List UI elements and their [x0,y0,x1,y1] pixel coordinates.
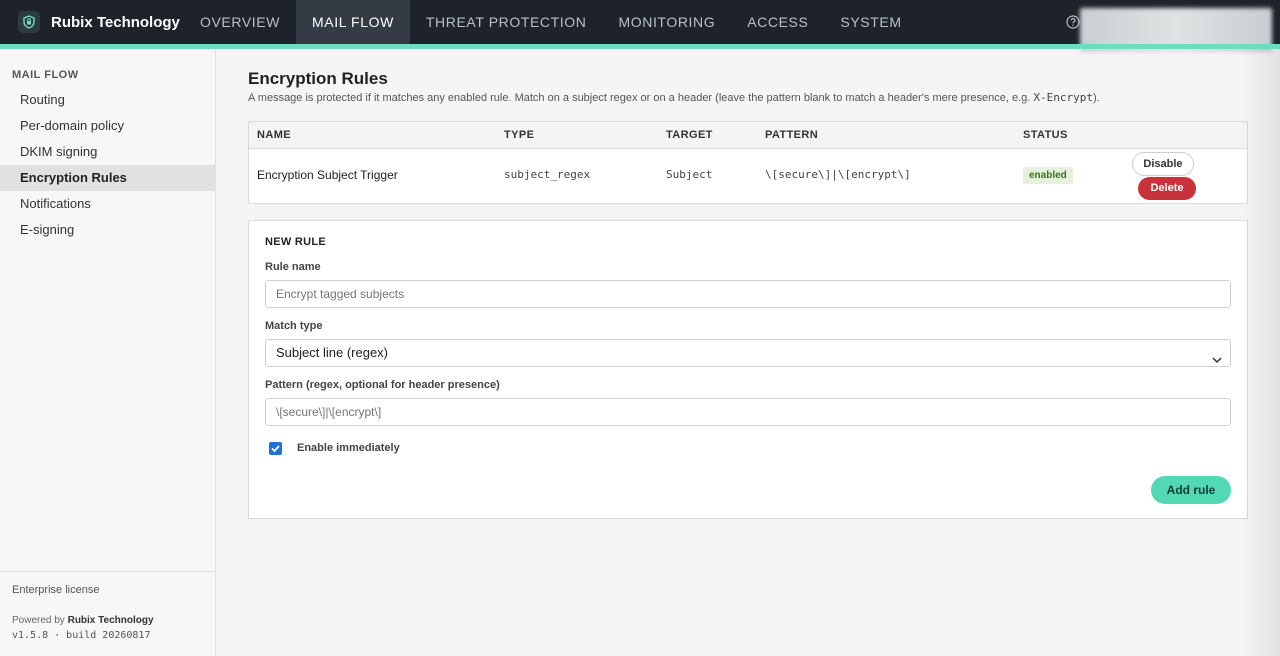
pattern-label: Pattern (regex, optional for header pres… [265,379,500,391]
column-header-pattern: PATTERN [765,129,819,141]
tab-monitoring[interactable]: MONITORING [602,0,731,44]
sidebar-item-encryption-rules[interactable]: Encryption Rules [0,165,215,191]
sidebar-item-per-domain-policy[interactable]: Per-domain policy [0,113,215,139]
powered-by: Powered by Rubix Technology [12,615,154,626]
rule-target-cell: Subject [666,168,713,181]
sidebar-footer: Enterprise license Powered by Rubix Tech… [0,571,215,641]
status-badge: enabled [1023,167,1073,184]
sidebar-item-dkim-signing[interactable]: DKIM signing [0,139,215,165]
description-code: X-Encrypt [1033,91,1093,104]
main-nav: OVERVIEW MAIL FLOW THREAT PROTECTION MON… [184,0,918,44]
description-end: ). [1093,92,1100,104]
rule-pattern-cell: \[secure\]|\[encrypt\] [765,168,911,181]
rule-name-label: Rule name [265,261,321,273]
column-header-status: STATUS [1023,129,1068,141]
version-label: v1.5.8 · build 20260817 [12,630,151,641]
disable-button[interactable]: Disable [1132,152,1194,176]
column-header-type: TYPE [504,129,535,141]
powered-by-name: Rubix Technology [67,615,154,626]
brand[interactable]: Rubix Technology [0,0,184,44]
match-type-select[interactable]: Subject line (regex) [265,339,1231,367]
sidebar: MAIL FLOW Routing Per-domain policy DKIM… [0,49,216,656]
delete-button[interactable]: Delete [1138,177,1196,200]
match-type-label: Match type [265,320,323,332]
tab-system[interactable]: SYSTEM [824,0,917,44]
add-rule-button[interactable]: Add rule [1151,476,1231,504]
sidebar-list: Routing Per-domain policy DKIM signing E… [0,87,215,243]
new-rule-form: NEW RULE Rule name Match type Subject li… [248,220,1248,519]
license-label: Enterprise license [12,584,100,596]
description-text: A message is protected if it matches any… [248,92,1031,104]
enable-immediately-checkbox[interactable] [269,442,282,455]
tab-threat-protection[interactable]: THREAT PROTECTION [410,0,603,44]
powered-by-prefix: Powered by [12,615,65,626]
page-title: Encryption Rules [248,69,388,88]
rule-name-input[interactable] [265,280,1231,308]
right-edge-shadow [1240,49,1280,656]
brand-name: Rubix Technology [51,13,180,31]
sidebar-item-routing[interactable]: Routing [0,87,215,113]
shield-logo-icon [18,11,40,33]
rule-type-cell: subject_regex [504,168,591,181]
rule-name-cell: Encryption Subject Trigger [257,168,398,182]
help-icon[interactable] [1066,15,1080,29]
sidebar-item-notifications[interactable]: Notifications [0,191,215,217]
sidebar-item-e-signing[interactable]: E-signing [0,217,215,243]
column-header-target: TARGET [666,129,713,141]
tab-mail-flow[interactable]: MAIL FLOW [296,0,410,44]
match-type-value: Subject line (regex) [276,345,388,360]
column-header-name: NAME [257,129,291,141]
sidebar-heading: MAIL FLOW [12,69,79,81]
tab-overview[interactable]: OVERVIEW [184,0,296,44]
page-description: A message is protected if it matches any… [248,91,1100,104]
pattern-input[interactable] [265,398,1231,426]
new-rule-heading: NEW RULE [265,236,327,248]
encryption-rules-table: NAME TYPE TARGET PATTERN STATUS Encrypti… [248,121,1248,204]
enable-immediately-label: Enable immediately [297,442,400,454]
chevron-down-icon [1212,348,1222,364]
top-navigation-bar: Rubix Technology OVERVIEW MAIL FLOW THRE… [0,0,1280,52]
tab-access[interactable]: ACCESS [731,0,824,44]
table-header: NAME TYPE TARGET PATTERN STATUS [249,122,1247,149]
